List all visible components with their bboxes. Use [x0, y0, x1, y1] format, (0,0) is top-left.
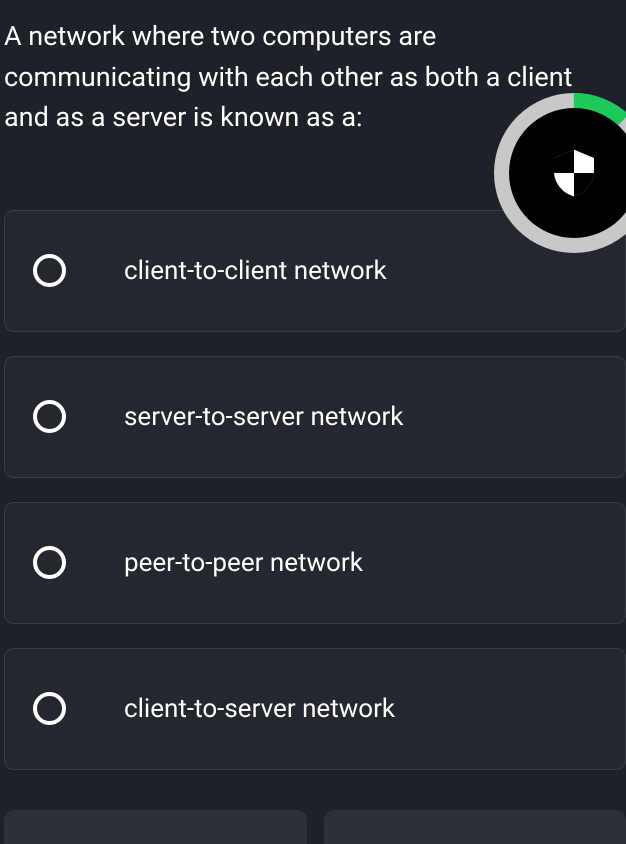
radio-icon [33, 254, 66, 287]
radio-icon [33, 546, 66, 579]
footer-button-left[interactable] [4, 810, 307, 844]
radio-icon [33, 400, 66, 433]
option-label: server-to-server network [124, 402, 403, 432]
progress-widget[interactable] [494, 93, 626, 253]
shield-icon [554, 149, 594, 197]
option-2[interactable]: server-to-server network [4, 356, 626, 478]
radio-icon [33, 692, 66, 725]
option-label: client-to-client network [124, 256, 387, 286]
options-container: client-to-client network server-to-serve… [0, 210, 626, 770]
option-label: peer-to-peer network [124, 548, 363, 578]
option-4[interactable]: client-to-server network [4, 648, 626, 770]
footer-actions [4, 810, 626, 844]
footer-button-right[interactable] [324, 810, 626, 844]
option-label: client-to-server network [124, 694, 395, 724]
option-3[interactable]: peer-to-peer network [4, 502, 626, 624]
